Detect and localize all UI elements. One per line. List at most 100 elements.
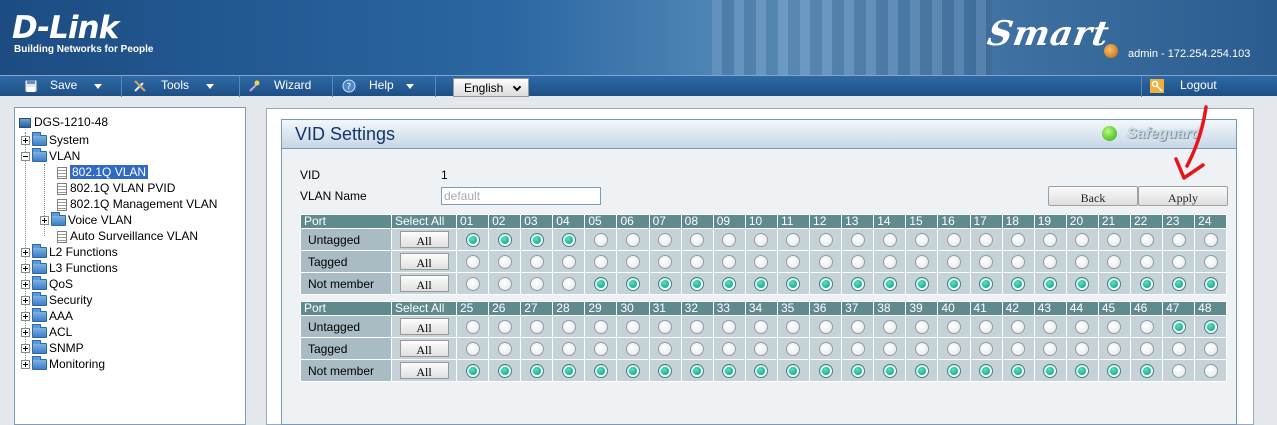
- port-36-tagged-radio[interactable]: [818, 341, 833, 356]
- port-19-tagged-radio[interactable]: [1043, 254, 1058, 269]
- port-39-tagged-radio[interactable]: [914, 341, 929, 356]
- port-18-untagged-radio[interactable]: [1011, 232, 1026, 247]
- port-30-tagged-radio[interactable]: [626, 341, 641, 356]
- port-43-untagged-radio[interactable]: [1043, 319, 1058, 334]
- port-02-untagged-radio[interactable]: [497, 232, 512, 247]
- port-28-untagged-radio[interactable]: [561, 319, 576, 334]
- menu-logout[interactable]: Logout: [1141, 76, 1277, 97]
- port-15-not-member-radio[interactable]: [914, 276, 929, 291]
- port-08-not-member-radio[interactable]: [690, 276, 705, 291]
- select-all-untagged-button[interactable]: All: [399, 318, 449, 335]
- expand-plus-icon[interactable]: [21, 280, 30, 290]
- port-21-untagged-radio[interactable]: [1107, 232, 1122, 247]
- port-35-tagged-radio[interactable]: [786, 341, 801, 356]
- port-45-not-member-radio[interactable]: [1107, 363, 1122, 378]
- port-04-tagged-radio[interactable]: [561, 254, 576, 269]
- port-47-untagged-radio[interactable]: [1171, 319, 1186, 334]
- expand-plus-icon[interactable]: [21, 248, 30, 258]
- tree-item-aaa[interactable]: AAA: [21, 308, 73, 324]
- port-44-tagged-radio[interactable]: [1075, 341, 1090, 356]
- select-all-tagged-button[interactable]: All: [399, 253, 449, 270]
- port-27-not-member-radio[interactable]: [529, 363, 544, 378]
- port-37-untagged-radio[interactable]: [850, 319, 865, 334]
- port-19-not-member-radio[interactable]: [1043, 276, 1058, 291]
- tree-item-snmp[interactable]: SNMP: [21, 340, 84, 356]
- tree-item-qos[interactable]: QoS: [21, 276, 73, 292]
- expand-plus-icon[interactable]: [21, 328, 30, 338]
- port-21-tagged-radio[interactable]: [1107, 254, 1122, 269]
- port-07-tagged-radio[interactable]: [658, 254, 673, 269]
- port-03-tagged-radio[interactable]: [529, 254, 544, 269]
- port-41-untagged-radio[interactable]: [979, 319, 994, 334]
- port-14-tagged-radio[interactable]: [882, 254, 897, 269]
- expand-plus-icon[interactable]: [21, 136, 30, 146]
- port-23-tagged-radio[interactable]: [1171, 254, 1186, 269]
- port-38-not-member-radio[interactable]: [882, 363, 897, 378]
- menu-wizard[interactable]: Wizard: [241, 76, 333, 97]
- port-23-not-member-radio[interactable]: [1171, 276, 1186, 291]
- port-09-tagged-radio[interactable]: [722, 254, 737, 269]
- port-03-untagged-radio[interactable]: [529, 232, 544, 247]
- port-28-not-member-radio[interactable]: [561, 363, 576, 378]
- port-48-tagged-radio[interactable]: [1203, 341, 1218, 356]
- port-10-tagged-radio[interactable]: [754, 254, 769, 269]
- expand-plus-icon[interactable]: [21, 312, 30, 322]
- port-26-tagged-radio[interactable]: [497, 341, 512, 356]
- port-16-untagged-radio[interactable]: [946, 232, 961, 247]
- port-07-untagged-radio[interactable]: [658, 232, 673, 247]
- port-45-tagged-radio[interactable]: [1107, 341, 1122, 356]
- port-33-untagged-radio[interactable]: [722, 319, 737, 334]
- port-01-untagged-radio[interactable]: [465, 232, 480, 247]
- port-01-tagged-radio[interactable]: [465, 254, 480, 269]
- port-40-not-member-radio[interactable]: [946, 363, 961, 378]
- port-06-tagged-radio[interactable]: [626, 254, 641, 269]
- port-03-not-member-radio[interactable]: [529, 276, 544, 291]
- port-34-not-member-radio[interactable]: [754, 363, 769, 378]
- port-19-untagged-radio[interactable]: [1043, 232, 1058, 247]
- port-29-untagged-radio[interactable]: [593, 319, 608, 334]
- port-18-not-member-radio[interactable]: [1011, 276, 1026, 291]
- port-36-not-member-radio[interactable]: [818, 363, 833, 378]
- tree-root[interactable]: DGS-1210-48: [19, 114, 108, 130]
- tree-item-802-1q-management-vlan[interactable]: 802.1Q Management VLAN: [57, 196, 217, 212]
- port-22-untagged-radio[interactable]: [1139, 232, 1154, 247]
- port-17-tagged-radio[interactable]: [979, 254, 994, 269]
- port-43-tagged-radio[interactable]: [1043, 341, 1058, 356]
- port-11-not-member-radio[interactable]: [786, 276, 801, 291]
- port-17-not-member-radio[interactable]: [979, 276, 994, 291]
- port-27-untagged-radio[interactable]: [529, 319, 544, 334]
- port-04-untagged-radio[interactable]: [561, 232, 576, 247]
- port-25-not-member-radio[interactable]: [465, 363, 480, 378]
- port-16-tagged-radio[interactable]: [946, 254, 961, 269]
- tree-item-l3-functions[interactable]: L3 Functions: [21, 260, 118, 276]
- port-31-not-member-radio[interactable]: [658, 363, 673, 378]
- port-37-not-member-radio[interactable]: [850, 363, 865, 378]
- back-button[interactable]: Back: [1048, 186, 1138, 206]
- expand-plus-icon[interactable]: [21, 360, 30, 370]
- port-38-untagged-radio[interactable]: [882, 319, 897, 334]
- port-32-not-member-radio[interactable]: [690, 363, 705, 378]
- tree-item-auto-surveillance-vlan[interactable]: Auto Surveillance VLAN: [57, 228, 198, 244]
- menu-help[interactable]: ? Help: [336, 76, 436, 97]
- port-42-not-member-radio[interactable]: [1011, 363, 1026, 378]
- port-34-untagged-radio[interactable]: [754, 319, 769, 334]
- port-26-not-member-radio[interactable]: [497, 363, 512, 378]
- port-48-untagged-radio[interactable]: [1203, 319, 1218, 334]
- port-39-not-member-radio[interactable]: [914, 363, 929, 378]
- apply-button[interactable]: Apply: [1138, 186, 1228, 206]
- tree-item-voice-vlan[interactable]: Voice VLAN: [40, 212, 132, 228]
- port-02-tagged-radio[interactable]: [497, 254, 512, 269]
- port-10-untagged-radio[interactable]: [754, 232, 769, 247]
- port-24-not-member-radio[interactable]: [1203, 276, 1218, 291]
- port-13-not-member-radio[interactable]: [850, 276, 865, 291]
- port-41-not-member-radio[interactable]: [979, 363, 994, 378]
- port-30-not-member-radio[interactable]: [626, 363, 641, 378]
- port-07-not-member-radio[interactable]: [658, 276, 673, 291]
- menu-tools[interactable]: Tools: [127, 76, 240, 97]
- port-46-tagged-radio[interactable]: [1139, 341, 1154, 356]
- select-all-untagged-button[interactable]: All: [399, 231, 449, 248]
- select-all-not-member-button[interactable]: All: [399, 275, 449, 292]
- port-42-untagged-radio[interactable]: [1011, 319, 1026, 334]
- port-43-not-member-radio[interactable]: [1043, 363, 1058, 378]
- port-05-untagged-radio[interactable]: [593, 232, 608, 247]
